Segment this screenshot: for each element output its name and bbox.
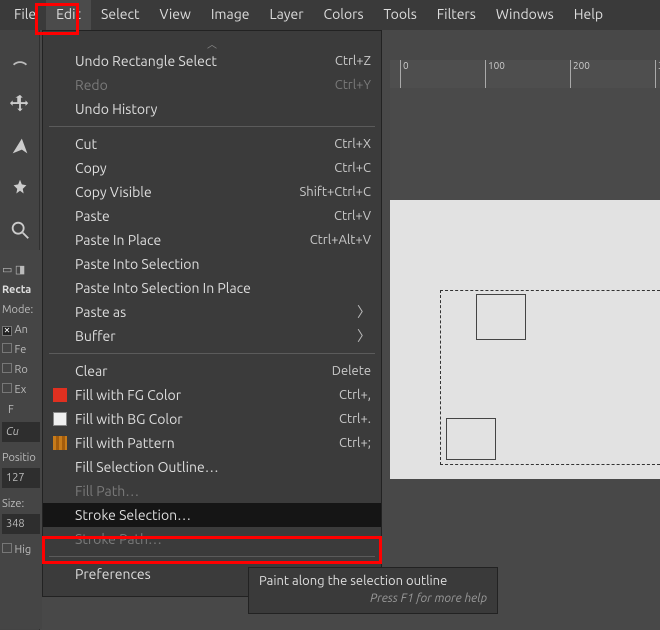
tool-zoom-icon[interactable] bbox=[8, 218, 32, 242]
tooloptions-size-label: Size: bbox=[2, 494, 40, 514]
menu-item-fill-path[interactable]: Fill Path… bbox=[43, 479, 381, 503]
tooloptions-feather[interactable]: Fe bbox=[2, 340, 40, 360]
tooltip-text: Paint along the selection outline bbox=[259, 574, 487, 588]
menu-item-paste-in-place[interactable]: Paste In PlaceCtrl+Alt+V bbox=[43, 228, 381, 252]
tooloptions-title: Recta bbox=[2, 280, 40, 300]
ruler-tick: 300 bbox=[655, 60, 660, 88]
menu-item-paste-into-selection-in-place[interactable]: Paste Into Selection In Place bbox=[43, 276, 381, 300]
menu-item-fill-fg[interactable]: Fill with FG ColorCtrl+, bbox=[43, 383, 381, 407]
menu-item-fill-bg[interactable]: Fill with BG ColorCtrl+. bbox=[43, 407, 381, 431]
menu-item-stroke-path[interactable]: Stroke Path… bbox=[43, 527, 381, 551]
menu-item-redo[interactable]: RedoCtrl+Y bbox=[43, 73, 381, 97]
tooloptions-expand[interactable]: Ex bbox=[2, 380, 40, 400]
menu-edit[interactable]: Edit bbox=[46, 0, 91, 30]
menu-view[interactable]: View bbox=[149, 0, 200, 30]
menu-item-stroke-selection[interactable]: Stroke Selection… bbox=[43, 503, 381, 527]
ruler-horizontal: 0 100 200 300 bbox=[390, 60, 660, 88]
ruler-tick: 0 bbox=[400, 60, 409, 88]
chevron-right-icon: 〉 bbox=[357, 302, 371, 322]
inner-rect-1 bbox=[476, 294, 526, 340]
ruler-tick: 100 bbox=[485, 60, 505, 88]
tooloptions-antialias[interactable]: ✕ An bbox=[2, 320, 40, 340]
bg-color-swatch-icon bbox=[53, 412, 67, 426]
tooloptions-fixed[interactable]: F bbox=[2, 400, 40, 420]
chevron-right-icon: 〉 bbox=[357, 326, 371, 346]
menu-tear-handle[interactable]: ︿ bbox=[43, 37, 381, 49]
menu-item-copy[interactable]: CopyCtrl+C bbox=[43, 156, 381, 180]
inner-rect-2 bbox=[446, 418, 496, 460]
tool-fuzzyselect-icon[interactable] bbox=[8, 176, 32, 200]
fg-color-swatch-icon bbox=[53, 388, 67, 402]
menu-select[interactable]: Select bbox=[91, 0, 149, 30]
menu-separator bbox=[49, 556, 375, 557]
canvas-upper-bg bbox=[390, 88, 660, 200]
tooltip-help: Press F1 for more help bbox=[259, 592, 487, 605]
tool-move-icon[interactable] bbox=[8, 92, 32, 116]
menu-item-cut[interactable]: CutCtrl+X bbox=[43, 132, 381, 156]
tooloptions-position-value[interactable]: 127 bbox=[2, 468, 40, 488]
menu-separator bbox=[49, 126, 375, 127]
pattern-swatch-icon bbox=[53, 436, 67, 450]
menubar: File Edit Select View Image Layer Colors… bbox=[0, 0, 660, 30]
menu-item-buffer[interactable]: Buffer〉 bbox=[43, 324, 381, 348]
tooloptions-size-value[interactable]: 348 bbox=[2, 514, 40, 534]
canvas[interactable] bbox=[390, 200, 660, 479]
menu-item-undo[interactable]: Undo Rectangle SelectCtrl+Z bbox=[43, 49, 381, 73]
menu-item-paste-as[interactable]: Paste as〉 bbox=[43, 300, 381, 324]
menu-windows[interactable]: Windows bbox=[486, 0, 564, 30]
tooloptions-mode-label: Mode: bbox=[2, 300, 40, 320]
menu-image[interactable]: Image bbox=[201, 0, 260, 30]
tool-freeselect-icon[interactable] bbox=[8, 134, 32, 158]
menu-item-paste[interactable]: PasteCtrl+V bbox=[43, 204, 381, 228]
menu-item-paste-into-selection[interactable]: Paste Into Selection bbox=[43, 252, 381, 276]
tooloptions-current[interactable]: Cu bbox=[2, 422, 40, 442]
menu-tools[interactable]: Tools bbox=[374, 0, 427, 30]
tool-selection-icon[interactable] bbox=[8, 50, 32, 74]
ruler-tick: 200 bbox=[570, 60, 590, 88]
menu-separator bbox=[49, 353, 375, 354]
menu-item-undo-history[interactable]: Undo History bbox=[43, 97, 381, 121]
menu-item-clear[interactable]: ClearDelete bbox=[43, 359, 381, 383]
tooloptions-header: ▭ ◨ bbox=[2, 260, 40, 280]
tooloptions-position-label: Positio bbox=[2, 448, 40, 468]
edit-menu-dropdown: ︿ Undo Rectangle SelectCtrl+Z RedoCtrl+Y… bbox=[42, 30, 382, 597]
menu-item-fill-selection-outline[interactable]: Fill Selection Outline… bbox=[43, 455, 381, 479]
tool-options-panel: ▭ ◨ Recta Mode: ✕ An Fe Ro Ex F Cu Posit… bbox=[0, 250, 42, 629]
tooloptions-highlight[interactable]: Hig bbox=[2, 540, 40, 560]
menu-item-copy-visible[interactable]: Copy VisibleShift+Ctrl+C bbox=[43, 180, 381, 204]
menu-colors[interactable]: Colors bbox=[314, 0, 374, 30]
menu-help[interactable]: Help bbox=[564, 0, 613, 30]
menu-layer[interactable]: Layer bbox=[259, 0, 313, 30]
menu-file[interactable]: File bbox=[4, 0, 46, 30]
menu-item-fill-pattern[interactable]: Fill with PatternCtrl+; bbox=[43, 431, 381, 455]
tooloptions-rounded[interactable]: Ro bbox=[2, 360, 40, 380]
tooltip: Paint along the selection outline Press … bbox=[248, 567, 498, 614]
menu-filters[interactable]: Filters bbox=[427, 0, 486, 30]
